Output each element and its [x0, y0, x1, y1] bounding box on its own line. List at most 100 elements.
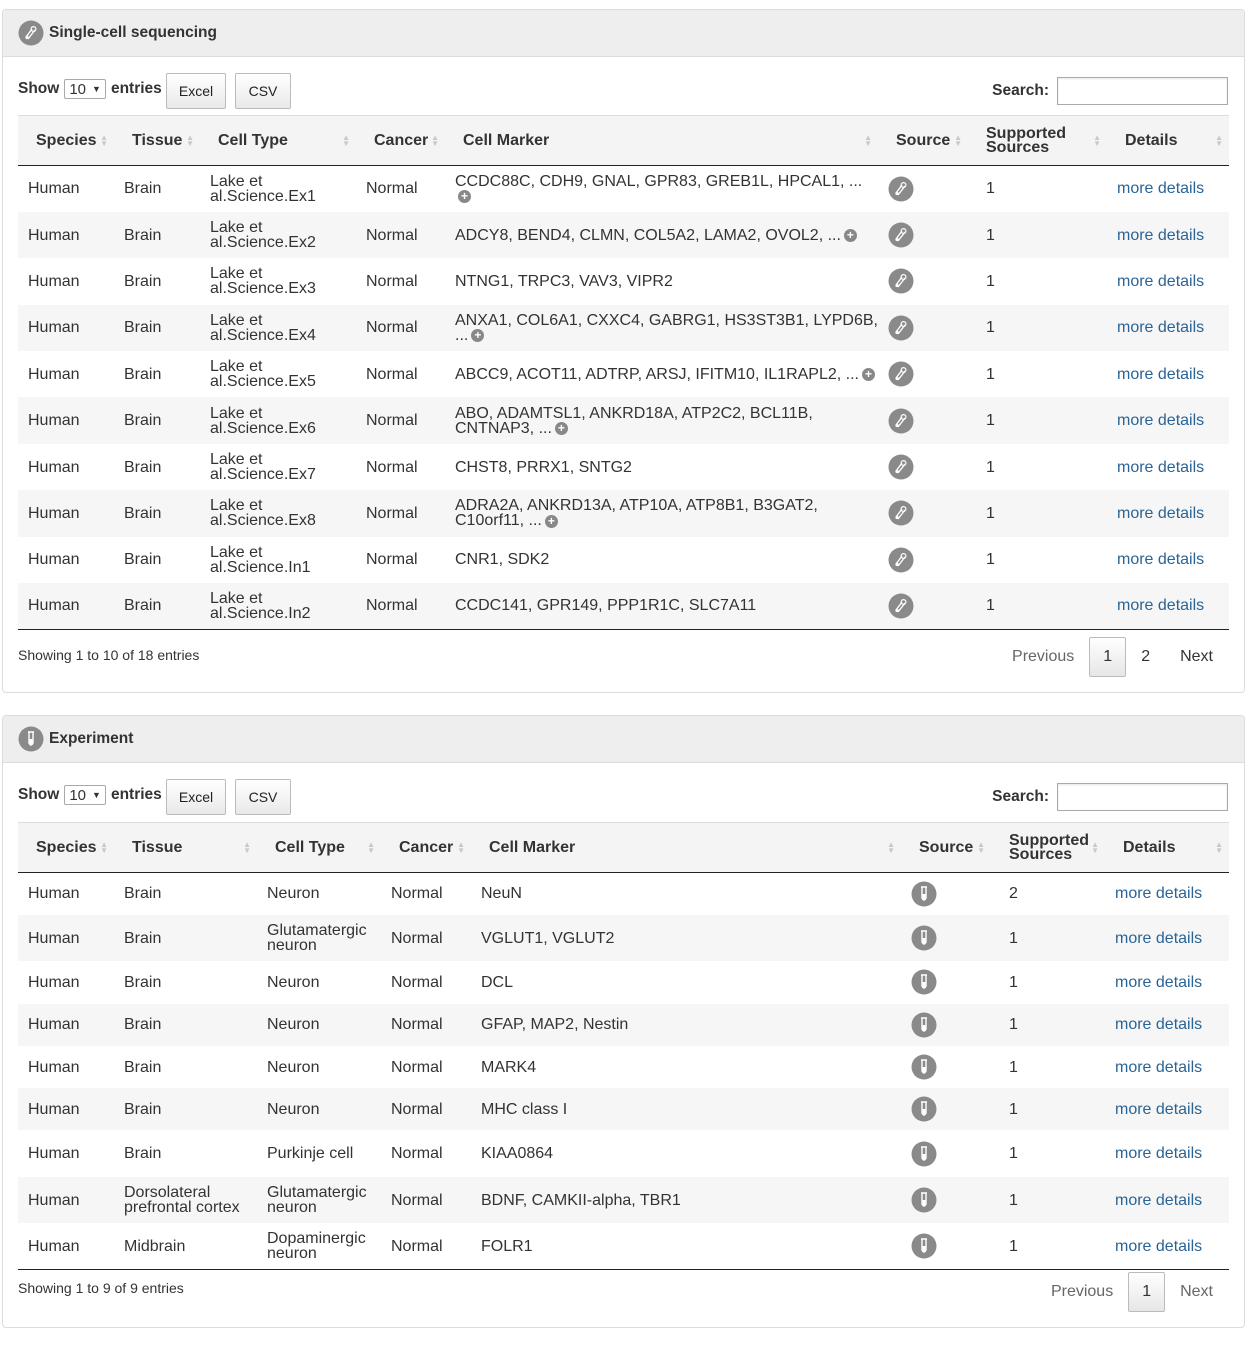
- source-cell: [878, 166, 968, 212]
- next-page-button[interactable]: Next: [1165, 637, 1228, 677]
- source-cell: [878, 444, 968, 490]
- page-length-select[interactable]: 10 ▼: [64, 785, 106, 805]
- more-details-link[interactable]: more details: [1117, 597, 1204, 614]
- search-input[interactable]: [1057, 783, 1228, 811]
- more-details-link[interactable]: more details: [1115, 1059, 1202, 1076]
- table-row: Human Midbrain Dopaminergic neuron Normal FO…: [18, 1223, 1229, 1271]
- table-row: Human Brain Neuron Normal MARK4 1 more details: [18, 1046, 1229, 1088]
- column-header[interactable]: Supported Sources ▲ ▼: [991, 822, 1105, 873]
- column-header[interactable]: Tissue ▲ ▼: [114, 822, 257, 873]
- more-details-link[interactable]: more details: [1115, 1145, 1202, 1162]
- more-details-link[interactable]: more details: [1117, 227, 1204, 244]
- details-cell: more details: [1107, 166, 1229, 212]
- details-cell: more details: [1107, 537, 1229, 583]
- excel-button[interactable]: Excel: [166, 73, 226, 109]
- tissue-cell: Brain: [124, 272, 162, 290]
- more-details-link[interactable]: more details: [1115, 1016, 1202, 1033]
- cell-marker-text: ABCC9, ACOT11, ADTRP, ARSJ, IFITM10, IL1…: [455, 365, 859, 383]
- column-header[interactable]: Supported Sources ▲ ▼: [968, 115, 1107, 166]
- cell-marker-cell: VGLUT1, VGLUT2: [471, 915, 901, 962]
- experiment-tube-icon: [911, 1012, 937, 1038]
- column-header[interactable]: Cell Type ▲ ▼: [200, 115, 356, 166]
- cell-marker-cell: CNR1, SDK2: [445, 537, 878, 583]
- page-button[interactable]: 1: [1089, 637, 1127, 677]
- more-details-link[interactable]: more details: [1117, 319, 1204, 336]
- cancer-cell: Normal: [391, 1191, 443, 1209]
- experiment-panel: Experiment Show 10 ▼ entries Excel CSV Se…: [2, 715, 1245, 1328]
- column-header[interactable]: Tissue ▲ ▼: [114, 115, 200, 166]
- page-button[interactable]: 1: [1128, 1272, 1166, 1312]
- column-header[interactable]: Species ▲ ▼: [18, 822, 114, 873]
- cell-marker-cell: NTNG1, TRPC3, VAV3, VIPR2: [445, 258, 878, 304]
- cell-marker-cell: CCDC88C, CDH9, GNAL, GPR83, GREB1L, HPCA…: [445, 166, 878, 212]
- source-cell: [901, 1177, 991, 1224]
- column-header[interactable]: Cancer ▲ ▼: [381, 822, 471, 873]
- cancer-cell: Normal: [366, 319, 418, 337]
- more-details-link[interactable]: more details: [1115, 1238, 1202, 1255]
- species-cell: Human: [28, 365, 80, 383]
- column-header[interactable]: Details ▲ ▼: [1107, 115, 1229, 166]
- search-input[interactable]: [1057, 77, 1228, 105]
- column-header[interactable]: Source ▲ ▼: [901, 822, 991, 873]
- more-details-link[interactable]: more details: [1115, 930, 1202, 947]
- column-header[interactable]: Details ▲ ▼: [1105, 822, 1229, 873]
- cell-marker-text: VGLUT1, VGLUT2: [481, 929, 615, 947]
- cell-marker-cell: ADCY8, BEND4, CLMN, COL5A2, LAMA2, OVOL2…: [445, 212, 878, 258]
- species-cell: Human: [28, 885, 80, 903]
- plus-circle-icon[interactable]: +: [471, 329, 485, 343]
- cell-marker-cell: ADRA2A, ANKRD13A, ATP10A, ATP8B1, B3GAT2…: [445, 490, 878, 536]
- more-details-link[interactable]: more details: [1115, 885, 1202, 902]
- supported-sources-cell: 1: [986, 365, 995, 383]
- sort-arrows-icon: ▲ ▼: [342, 132, 350, 148]
- column-header[interactable]: Cell Marker ▲ ▼: [471, 822, 901, 873]
- source-cell: [878, 537, 968, 583]
- next-page-button[interactable]: Next: [1165, 1272, 1228, 1312]
- species-cell: Human: [28, 226, 80, 244]
- plus-circle-icon[interactable]: +: [554, 421, 568, 435]
- more-details-link[interactable]: more details: [1115, 974, 1202, 991]
- plus-circle-icon[interactable]: +: [458, 190, 471, 204]
- more-details-link[interactable]: more details: [1115, 1101, 1202, 1118]
- sort-arrows-icon: ▲ ▼: [887, 839, 895, 855]
- show-label: Show: [18, 80, 60, 97]
- tissue-cell: Brain: [124, 412, 162, 430]
- previous-page-button[interactable]: Previous: [997, 637, 1089, 677]
- more-details-link[interactable]: more details: [1117, 366, 1204, 383]
- species-cell: Human: [28, 412, 80, 430]
- column-header-label: Supported Sources: [1009, 831, 1089, 863]
- supported-sources-cell: 1: [991, 1223, 1105, 1271]
- previous-page-button[interactable]: Previous: [1036, 1272, 1128, 1312]
- table-row: Human Brain Lake et al.Science.Ex3 Normal NT…: [18, 258, 1229, 304]
- cancer-cell: Normal: [391, 1058, 443, 1076]
- entries-label: entries: [110, 786, 162, 803]
- csv-button[interactable]: CSV: [235, 73, 291, 109]
- page-length-select[interactable]: 10 ▼: [64, 79, 106, 99]
- chevron-down-icon: ▼: [92, 84, 101, 94]
- cell-marker-text: FOLR1: [481, 1237, 533, 1255]
- column-header[interactable]: Species ▲ ▼: [18, 115, 114, 166]
- plus-circle-icon[interactable]: +: [843, 228, 857, 242]
- table-row: Human Brain Neuron Normal MHC class I 1 more d…: [18, 1088, 1229, 1131]
- more-details-link[interactable]: more details: [1117, 459, 1204, 476]
- more-details-link[interactable]: more details: [1117, 273, 1204, 290]
- cell-marker-cell: CHST8, PRRX1, SNTG2: [445, 444, 878, 490]
- results-table: Species ▲ ▼ Tissue ▲ ▼ Cell Type ▲ ▼ Cancer ▲ ▼ Cell…: [18, 822, 1229, 1271]
- search-label: Search:: [992, 788, 1049, 805]
- more-details-link[interactable]: more details: [1117, 505, 1204, 522]
- plus-circle-icon[interactable]: +: [544, 514, 558, 528]
- search-control: Search:: [992, 783, 1228, 811]
- cell-type-cell: Glutamatergic neuron: [267, 922, 367, 955]
- column-header[interactable]: Cell Type ▲ ▼: [257, 822, 381, 873]
- csv-button[interactable]: CSV: [235, 779, 291, 815]
- column-header[interactable]: Cell Marker ▲ ▼: [445, 115, 878, 166]
- more-details-link[interactable]: more details: [1117, 412, 1204, 429]
- more-details-link[interactable]: more details: [1115, 1192, 1202, 1209]
- page-button[interactable]: 2: [1126, 637, 1165, 677]
- column-header[interactable]: Cancer ▲ ▼: [356, 115, 445, 166]
- more-details-link[interactable]: more details: [1117, 180, 1204, 197]
- column-header[interactable]: Source ▲ ▼: [878, 115, 968, 166]
- more-details-link[interactable]: more details: [1117, 551, 1204, 568]
- excel-button[interactable]: Excel: [166, 779, 226, 815]
- plus-circle-icon[interactable]: +: [862, 368, 875, 382]
- experiment-tube-icon: [911, 881, 937, 907]
